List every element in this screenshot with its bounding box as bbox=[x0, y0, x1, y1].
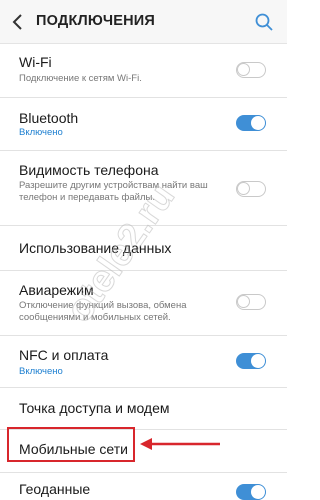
wifi-toggle[interactable] bbox=[236, 62, 266, 78]
location-toggle[interactable] bbox=[236, 484, 266, 500]
setting-title: Геоданные bbox=[19, 481, 91, 497]
toggle-knob bbox=[237, 63, 250, 76]
setting-subtitle: Включено bbox=[19, 366, 63, 377]
phone-visibility-toggle[interactable] bbox=[236, 181, 266, 197]
setting-subtitle: Отключение функций вызова, обмена сообще… bbox=[19, 300, 187, 323]
highlight-box bbox=[7, 427, 135, 462]
search-icon[interactable] bbox=[254, 12, 274, 32]
toggle-knob bbox=[251, 116, 265, 130]
setting-title: Точка доступа и модем bbox=[19, 400, 170, 416]
airplane-mode-toggle[interactable] bbox=[236, 294, 266, 310]
toggle-knob bbox=[237, 295, 250, 308]
chevron-left-icon[interactable] bbox=[10, 13, 26, 31]
setting-subtitle: Разрешите другим устройствам найти ваш т… bbox=[19, 180, 208, 203]
toggle-knob bbox=[251, 485, 265, 499]
setting-item-location[interactable]: Геоданные bbox=[0, 473, 287, 500]
setting-subtitle: Включено bbox=[19, 127, 63, 138]
setting-title: NFC и оплата bbox=[19, 347, 109, 363]
setting-item-hotspot[interactable]: Точка доступа и модем bbox=[0, 388, 287, 428]
setting-item-wifi[interactable]: Wi-Fi Подключение к сетям Wi-Fi. bbox=[0, 44, 287, 90]
toggle-knob bbox=[251, 354, 265, 368]
setting-title: Bluetooth bbox=[19, 110, 79, 126]
setting-title: Wi-Fi bbox=[19, 54, 52, 70]
setting-item-nfc[interactable]: NFC и оплата Включено bbox=[0, 336, 287, 386]
top-app-bar: ПОДКЛЮЧЕНИЯ bbox=[0, 0, 287, 44]
setting-title: Авиарежим bbox=[19, 282, 94, 298]
toggle-knob bbox=[237, 182, 250, 195]
nfc-toggle[interactable] bbox=[236, 353, 266, 369]
setting-item-bluetooth[interactable]: Bluetooth Включено bbox=[0, 98, 287, 144]
setting-item-data-usage[interactable]: Использование данных bbox=[0, 226, 287, 271]
setting-title: Использование данных bbox=[19, 240, 172, 256]
bluetooth-toggle[interactable] bbox=[236, 115, 266, 131]
red-arrow-icon bbox=[140, 438, 220, 450]
setting-subtitle: Подключение к сетям Wi-Fi. bbox=[19, 73, 142, 84]
setting-item-phone-visibility[interactable]: Видимость телефона Разрешите другим устр… bbox=[0, 151, 287, 223]
setting-item-airplane-mode[interactable]: Авиарежим Отключение функций вызова, обм… bbox=[0, 271, 287, 333]
page-title: ПОДКЛЮЧЕНИЯ bbox=[36, 13, 156, 29]
setting-title: Видимость телефона bbox=[19, 162, 159, 178]
